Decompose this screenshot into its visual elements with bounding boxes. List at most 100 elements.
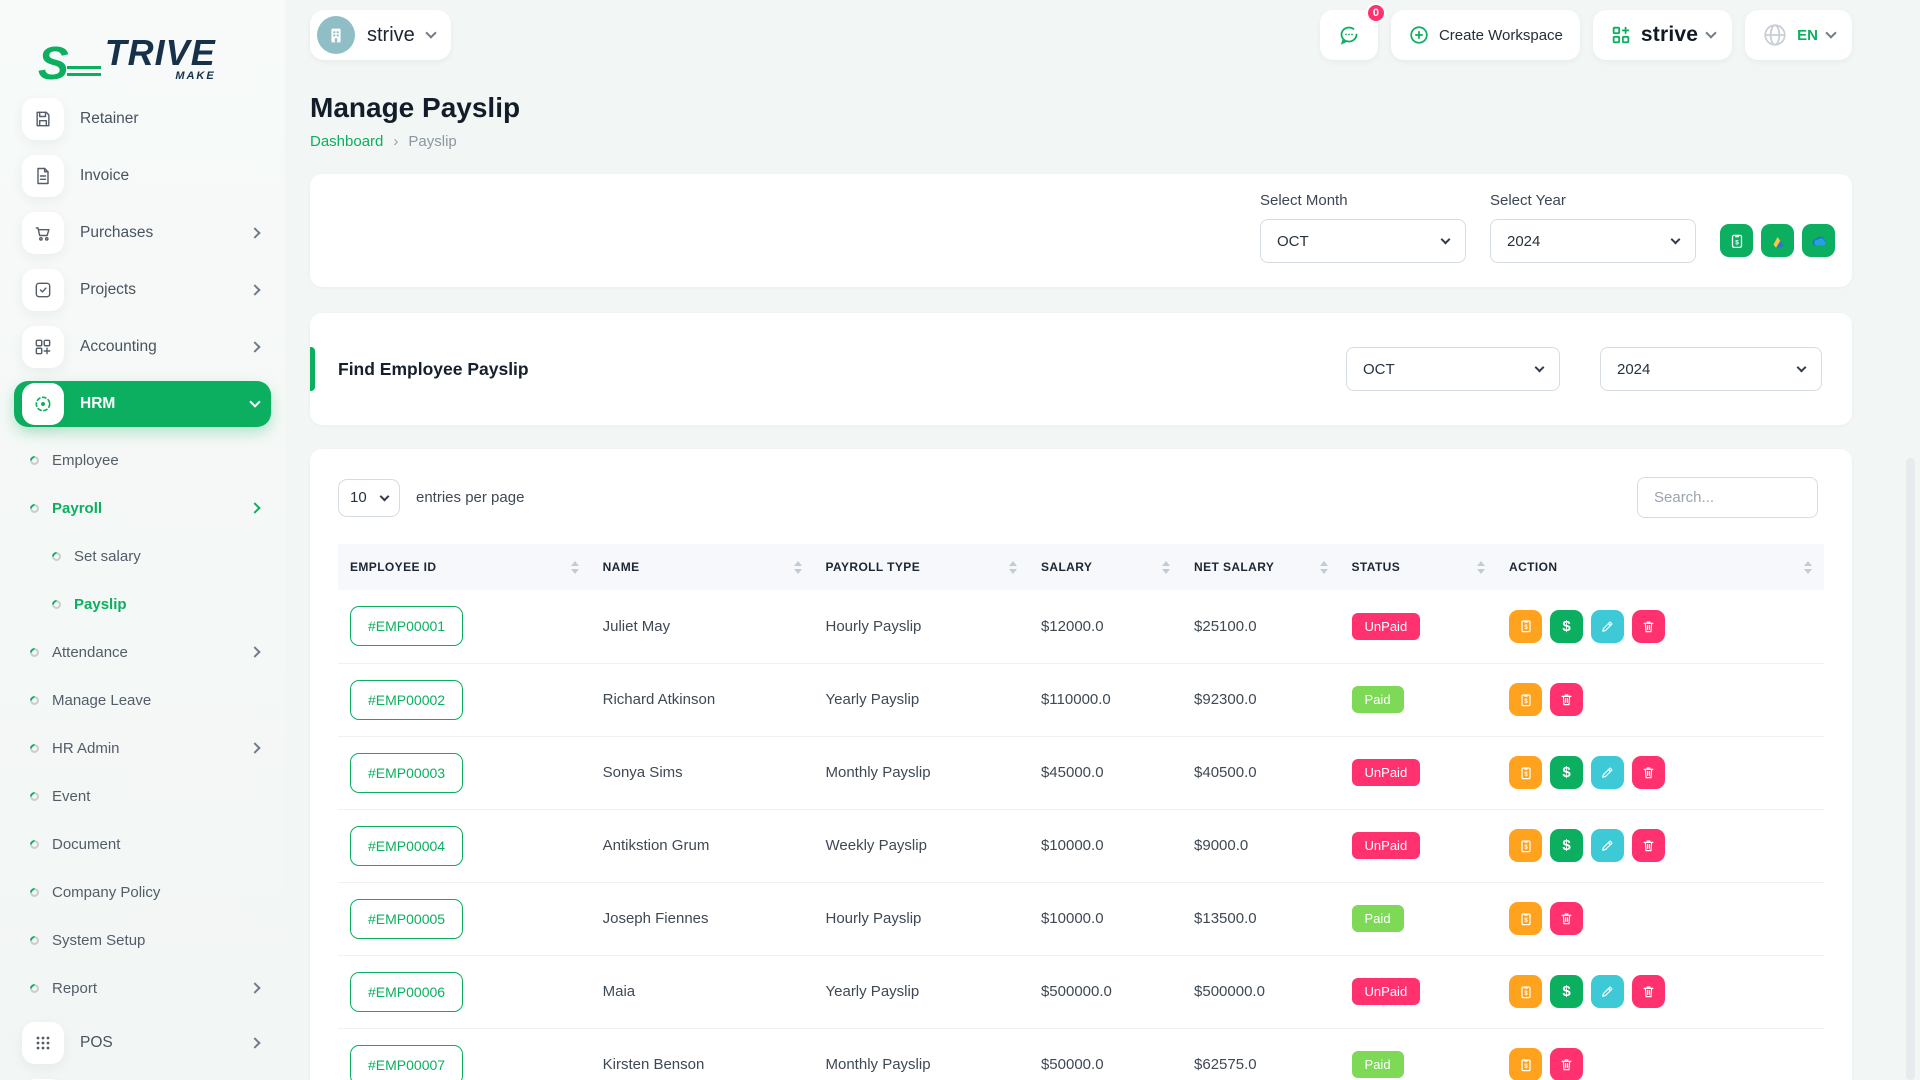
salary-value: $45000.0: [1028, 736, 1183, 810]
delete-button[interactable]: [1550, 1048, 1584, 1080]
employee-id-pill[interactable]: #EMP00002: [350, 679, 464, 720]
sidebar-item-system-setup[interactable]: System Setup: [28, 920, 259, 960]
sidebar-item-set-salary[interactable]: Set salary: [30, 536, 259, 576]
sidebar-item-purchases[interactable]: Purchases: [14, 210, 271, 256]
table-row: #EMP00001 Juliet May Hourly Payslip $120…: [338, 590, 1824, 664]
workspace-selector[interactable]: strive: [1592, 10, 1733, 60]
sidebar-item-employee[interactable]: Employee: [28, 440, 259, 480]
logo-speed-lines-icon: [66, 66, 101, 80]
pay-button[interactable]: $: [1550, 609, 1584, 643]
pay-button[interactable]: $: [1550, 975, 1584, 1008]
sidebar-item-label: Attendance: [52, 643, 128, 661]
delete-button[interactable]: [1550, 902, 1584, 935]
sidebar-item-hrm[interactable]: HRM: [14, 381, 271, 427]
payslip-button[interactable]: $: [1509, 975, 1543, 1008]
employee-id-pill[interactable]: #EMP00001: [350, 606, 464, 647]
sidebar-item-label: HR Admin: [52, 739, 120, 757]
sidebar-item-event[interactable]: Event: [28, 776, 259, 816]
employee-id-pill[interactable]: #EMP00004: [350, 825, 464, 866]
delete-button[interactable]: [1550, 683, 1584, 716]
month-select[interactable]: OCT: [1260, 219, 1466, 263]
sidebar-nav-bottom: POS CRM: [0, 1016, 285, 1080]
employee-id-pill[interactable]: #EMP00005: [350, 898, 464, 939]
pay-button[interactable]: $: [1550, 756, 1584, 789]
pencil-icon: [1602, 621, 1613, 632]
column-header-status[interactable]: STATUS: [1340, 544, 1498, 590]
payslip-clipboard-icon: $: [1520, 766, 1531, 779]
payslip-button[interactable]: $: [1509, 683, 1543, 716]
sidebar-item-label: Set salary: [74, 547, 141, 565]
pay-button[interactable]: $: [1550, 829, 1584, 862]
google-drive-icon: [1773, 236, 1784, 248]
sidebar-item-retainer[interactable]: Retainer: [14, 96, 271, 142]
delete-button[interactable]: [1632, 609, 1666, 643]
messages-button[interactable]: 0: [1319, 3, 1386, 60]
sidebar-item-hr-admin[interactable]: HR Admin: [28, 728, 261, 768]
delete-button[interactable]: [1632, 756, 1666, 789]
payslip-button[interactable]: $: [1509, 829, 1543, 862]
edit-button[interactable]: [1591, 829, 1625, 862]
language-selector[interactable]: EN: [1745, 10, 1852, 60]
sidebar-nav: Retainer Invoice Purchases Projects Acco…: [0, 92, 285, 427]
delete-button[interactable]: [1632, 829, 1666, 862]
onedrive-export-button[interactable]: [1802, 224, 1835, 257]
column-header-payroll-type[interactable]: PAYROLL TYPE: [814, 544, 1029, 590]
breadcrumb-dashboard-link[interactable]: Dashboard: [310, 133, 383, 150]
find-year-select[interactable]: 2024: [1600, 347, 1822, 391]
column-header-salary[interactable]: SALARY: [1029, 544, 1182, 590]
chevron-down-icon: [1825, 27, 1837, 39]
payslip-table-body: #EMP00001 Juliet May Hourly Payslip $120…: [338, 590, 1824, 1080]
edit-button[interactable]: [1591, 609, 1625, 643]
sidebar-item-label: Accounting: [80, 338, 157, 355]
file-icon: [22, 155, 64, 197]
payslip-button[interactable]: $: [1509, 756, 1543, 789]
year-select-value: 2024: [1507, 232, 1541, 250]
sidebar-item-report[interactable]: Report: [28, 968, 261, 1008]
employee-id-pill[interactable]: #EMP00007: [350, 1044, 464, 1080]
sidebar-item-payslip[interactable]: Payslip: [30, 584, 259, 624]
bulk-payslip-button[interactable]: $: [1720, 224, 1753, 257]
bullet-icon: [28, 981, 41, 995]
net-salary-value: $40500.0: [1182, 736, 1340, 810]
bullet-icon: [50, 549, 63, 563]
sidebar-item-projects[interactable]: Projects: [14, 267, 271, 313]
google-drive-export-button[interactable]: [1761, 224, 1794, 257]
employee-id-pill[interactable]: #EMP00006: [350, 971, 464, 1012]
create-workspace-button[interactable]: Create Workspace: [1390, 10, 1580, 60]
entries-per-page-select[interactable]: 10: [338, 478, 400, 517]
payslip-clipboard-icon: $: [1520, 693, 1531, 706]
sidebar-item-attendance[interactable]: Attendance: [28, 632, 261, 672]
edit-button[interactable]: [1591, 756, 1625, 789]
sidebar-item-payroll[interactable]: Payroll: [28, 488, 261, 528]
scrollbar[interactable]: [1906, 458, 1915, 1080]
employee-id-pill[interactable]: #EMP00003: [350, 752, 464, 793]
sidebar-item-pos[interactable]: POS: [14, 1020, 271, 1066]
sidebar-item-manage-leave[interactable]: Manage Leave: [28, 680, 259, 720]
bullet-icon: [28, 453, 41, 467]
edit-button[interactable]: [1591, 975, 1625, 1008]
notification-badge: 0: [1365, 3, 1386, 23]
column-header-net-salary[interactable]: NET SALARY: [1182, 544, 1340, 590]
sidebar-item-accounting[interactable]: Accounting: [14, 324, 271, 370]
sidebar-item-invoice[interactable]: Invoice: [14, 153, 271, 199]
cart-icon: [22, 212, 64, 254]
sidebar-item-company-policy[interactable]: Company Policy: [28, 872, 259, 912]
payslip-button[interactable]: $: [1509, 902, 1543, 935]
net-salary-value: $13500.0: [1182, 882, 1340, 956]
year-select[interactable]: 2024: [1490, 219, 1696, 263]
chevron-down-icon: [425, 27, 437, 39]
column-header-action[interactable]: ACTION: [1497, 544, 1824, 590]
language-code: EN: [1797, 26, 1818, 44]
payroll-type: Yearly Payslip: [813, 955, 1029, 1029]
find-month-select[interactable]: OCT: [1346, 347, 1560, 391]
delete-button[interactable]: [1632, 975, 1666, 1008]
payslip-button[interactable]: $: [1509, 609, 1543, 643]
select-year-label: Select Year: [1490, 192, 1566, 209]
column-header-name[interactable]: NAME: [591, 544, 814, 590]
workspace-switcher[interactable]: strive: [310, 10, 451, 60]
sidebar-item-document[interactable]: Document: [28, 824, 259, 864]
payslip-button[interactable]: $: [1509, 1048, 1543, 1080]
svg-text:$: $: [1524, 699, 1528, 705]
column-header-employee-id[interactable]: EMPLOYEE ID: [338, 544, 591, 590]
search-input[interactable]: [1637, 477, 1818, 518]
